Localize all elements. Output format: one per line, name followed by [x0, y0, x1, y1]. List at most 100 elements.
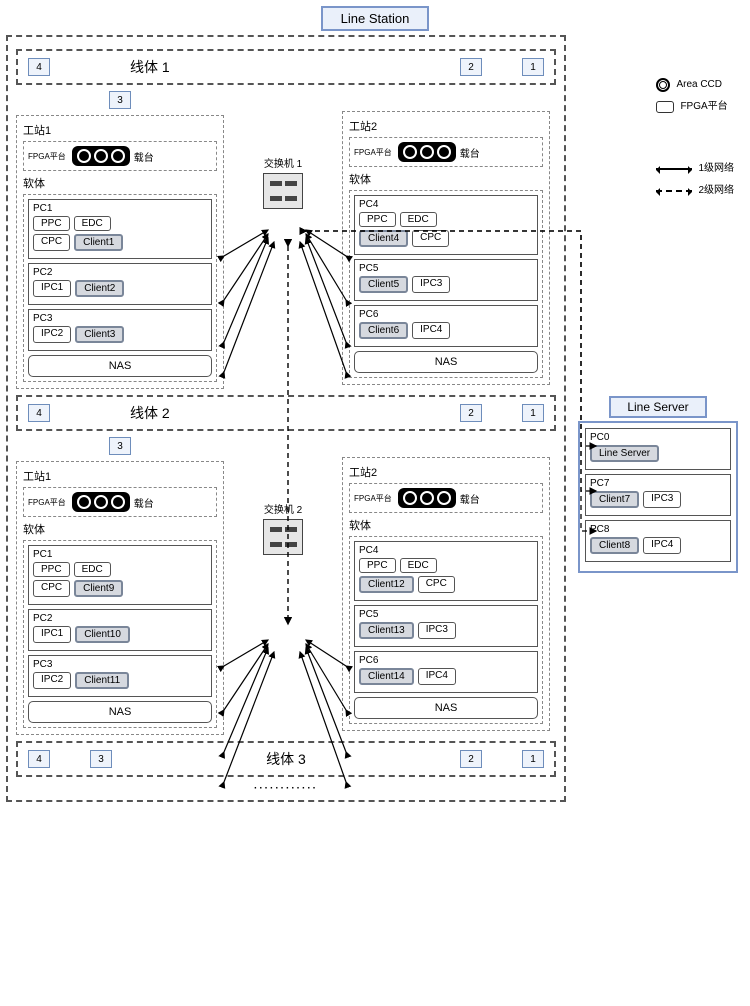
- client1-chip: Client1: [74, 234, 123, 251]
- pc7-title: PC7: [590, 478, 726, 489]
- client11-chip: Client11: [75, 672, 129, 689]
- client9-chip: Client9: [74, 580, 123, 597]
- lb1-num2: 2: [460, 58, 482, 76]
- software-label: 软体: [23, 521, 217, 537]
- line-server-panel: Line Server PC0 Line Server PC7 Client7 …: [578, 396, 738, 573]
- ccd-icon: [398, 142, 456, 162]
- legend-area-ccd: Area CCD: [656, 76, 734, 94]
- ppc-chip: PPC: [33, 562, 70, 577]
- pc8: PC8 Client8 IPC4: [585, 520, 731, 562]
- legend-net2-label: 2级网络: [698, 182, 734, 200]
- lb1-ws2: 工站2 FPGA平台 载台 软体 PC4 PPC: [342, 111, 550, 385]
- ppc-chip: PPC: [359, 212, 396, 227]
- client13-chip: Client13: [359, 622, 414, 639]
- pc2-title: PC2: [33, 613, 207, 624]
- client8-chip: Client8: [590, 537, 639, 554]
- fpga-label: FPGA平台: [28, 497, 66, 508]
- pc5-title: PC5: [359, 609, 533, 620]
- solid-arrow-icon: [656, 168, 692, 170]
- lb3-label: 线体 3: [152, 749, 420, 769]
- lb1-ws2-software: PC4 PPC EDC Client4 CPC PC5: [349, 190, 543, 378]
- lb1-ws1-nas: NAS: [28, 355, 212, 377]
- fpga-label: FPGA平台: [354, 493, 392, 504]
- legend: Area CCD FPGA平台 1级网络 2级网络: [656, 76, 734, 204]
- legend-fpga-label: FPGA平台: [680, 98, 727, 116]
- edc-chip: EDC: [74, 216, 111, 231]
- lb1-ws1-camera: FPGA平台 载台: [23, 141, 217, 171]
- lb2-num1: 1: [522, 404, 544, 422]
- switch2-col: 交换机 2: [238, 501, 328, 555]
- lb1-pc3: PC3 IPC2 Client3: [28, 309, 212, 351]
- client14-chip: Client14: [359, 668, 414, 685]
- lb3-num2: 2: [460, 750, 482, 768]
- ipc4-chip: IPC4: [412, 322, 450, 339]
- ipc3-chip: IPC3: [643, 491, 681, 508]
- fpga-label: FPGA平台: [354, 147, 392, 158]
- lb1-ws2-title: 工站2: [349, 118, 543, 134]
- switch2-label: 交换机 2: [264, 501, 302, 516]
- pc4-title: PC4: [359, 199, 533, 210]
- pc2-title: PC2: [33, 267, 207, 278]
- lb1-ws2-camera: FPGA平台 载台: [349, 137, 543, 167]
- switch1-label: 交换机 1: [264, 155, 302, 170]
- lb2-pc2: PC2 IPC1 Client10: [28, 609, 212, 651]
- client6-chip: Client6: [359, 322, 408, 339]
- lb1-label: 线体 1: [130, 57, 420, 77]
- line-server-box: PC0 Line Server PC7 Client7 IPC3 PC8 Cli…: [578, 421, 738, 573]
- lb1-ws1-software: PC1 PPC EDC CPC Client1 PC2: [23, 194, 217, 382]
- lb2-ws1-nas: NAS: [28, 701, 212, 723]
- lb1-num3: 3: [109, 91, 131, 109]
- ipc2-chip: IPC2: [33, 672, 71, 689]
- ccd-icon: [398, 488, 456, 508]
- carrier-label: 载台: [134, 495, 154, 510]
- lb3-num3: 3: [90, 750, 112, 768]
- lb1-ws1-title: 工站1: [23, 122, 217, 138]
- line-body-1-strip: 4 线体 1 2 1: [16, 49, 556, 85]
- ipc4-chip: IPC4: [643, 537, 681, 554]
- line-body-3-strip: 4 3 线体 3 2 1: [16, 741, 556, 777]
- dashed-arrow-icon: [656, 190, 692, 192]
- line-station-title-wrap: Line Station: [6, 6, 744, 31]
- legend-net1-label: 1级网络: [698, 160, 734, 178]
- pc1-title: PC1: [33, 549, 207, 560]
- ellipsis: ············: [16, 783, 556, 794]
- lb2-ws1: 工站1 FPGA平台 载台 软体 PC1 PPC: [16, 461, 224, 735]
- pc6-title: PC6: [359, 309, 533, 320]
- lb2-ws1-title: 工站1: [23, 468, 217, 484]
- line-server-chip: Line Server: [590, 445, 659, 462]
- lb2-ws2-nas: NAS: [354, 697, 538, 719]
- edc-chip: EDC: [74, 562, 111, 577]
- diagram-root: Line Station Area CCD FPGA平台 1级网络 2级网络 L…: [6, 6, 744, 802]
- lb1-pc1: PC1 PPC EDC CPC Client1: [28, 199, 212, 259]
- lb2-ws2-software: PC4 PPC EDC Client12 CPC PC5: [349, 536, 543, 724]
- fpga-rect-icon: [656, 101, 674, 113]
- lb2-pc6: PC6 Client14 IPC4: [354, 651, 538, 693]
- lb1-pc6: PC6 Client6 IPC4: [354, 305, 538, 347]
- pc7: PC7 Client7 IPC3: [585, 474, 731, 516]
- ccd-icon: [72, 492, 130, 512]
- lb3-num4: 4: [28, 750, 50, 768]
- lb1-num4: 4: [28, 58, 50, 76]
- line-server-title: Line Server: [609, 396, 706, 418]
- edc-chip: EDC: [400, 558, 437, 573]
- client7-chip: Client7: [590, 491, 639, 508]
- switch-icon: [263, 173, 303, 209]
- lb1-ws2-nas: NAS: [354, 351, 538, 373]
- lb2-num3: 3: [109, 437, 131, 455]
- ipc1-chip: IPC1: [33, 280, 71, 297]
- pc8-title: PC8: [590, 524, 726, 535]
- lb1-num1: 1: [522, 58, 544, 76]
- lb1-ws1: 工站1 FPGA平台 载台 软体 PC1 PPC: [16, 115, 224, 389]
- legend-net2: 2级网络: [656, 182, 734, 200]
- carrier-label: 载台: [460, 145, 480, 160]
- lb2-stations: 3 工站1 FPGA平台 载台 软体 PC1: [16, 437, 556, 735]
- line-station-box: 4 线体 1 2 1 3 工站1 FPGA平台 载台: [6, 35, 566, 802]
- lb2-num2: 2: [460, 404, 482, 422]
- lb2-num4: 4: [28, 404, 50, 422]
- pc4-title: PC4: [359, 545, 533, 556]
- lb2-ws1-software: PC1 PPC EDC CPC Client9 PC2: [23, 540, 217, 728]
- lb2-pc3: PC3 IPC2 Client11: [28, 655, 212, 697]
- carrier-label: 载台: [460, 491, 480, 506]
- lb2-ws1-camera: FPGA平台 载台: [23, 487, 217, 517]
- ppc-chip: PPC: [33, 216, 70, 231]
